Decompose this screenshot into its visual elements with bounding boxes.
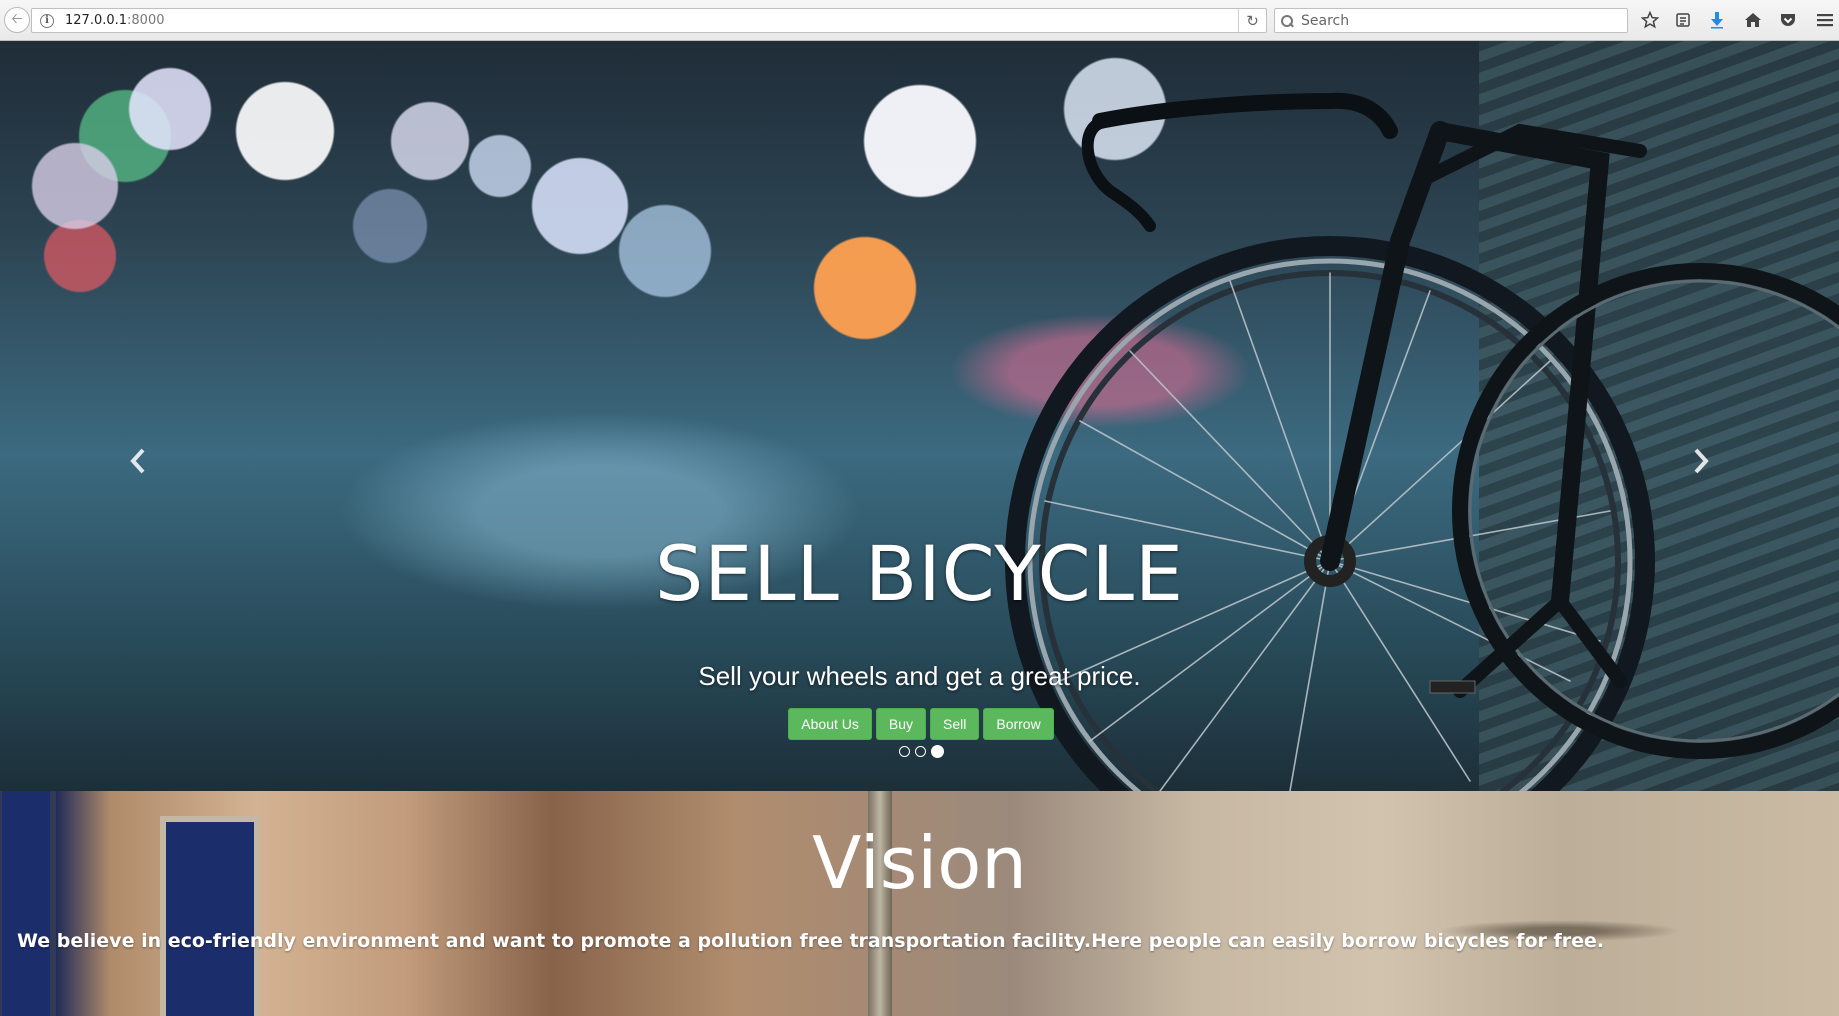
sell-button[interactable]: Sell [930, 708, 980, 740]
carousel-prev-arrow[interactable] [123, 441, 153, 481]
pocket-icon [1781, 14, 1795, 26]
vision-section: Vision We believe in eco-friendly enviro… [0, 791, 1839, 1016]
reload-icon: ↻ [1246, 11, 1259, 30]
url-port: :8000 [127, 13, 165, 28]
address-bar[interactable]: i 127.0.0.1:8000 ↻ [31, 8, 1267, 33]
search-bar[interactable] [1274, 8, 1628, 33]
hero-subtitle: Sell your wheels and get a great price. [698, 661, 1141, 691]
browser-toolbar: 🡠 i 127.0.0.1:8000 ↻ [0, 0, 1839, 41]
info-icon[interactable]: i [40, 13, 54, 28]
home-icon [1745, 13, 1761, 27]
search-input[interactable] [1301, 12, 1601, 29]
url-text[interactable]: 127.0.0.1:8000 [65, 13, 165, 28]
menu-icon [1817, 14, 1833, 27]
bookmark-star-icon [1641, 11, 1659, 29]
carousel-indicators [0, 745, 1839, 758]
carousel-indicator-1[interactable] [899, 746, 910, 757]
vision-title: Vision [812, 821, 1027, 905]
pocket-button[interactable] [1777, 9, 1799, 31]
about-us-button[interactable]: About Us [788, 708, 872, 740]
home-button[interactable] [1742, 9, 1764, 31]
hero-carousel: SELL BICYCLE Sell your wheels and get a … [0, 41, 1839, 791]
carousel-indicator-2[interactable] [915, 746, 926, 757]
hero-title: SELL BICYCLE [654, 529, 1185, 618]
reading-list-icon [1676, 13, 1690, 27]
borrow-button[interactable]: Borrow [983, 708, 1054, 740]
chevron-right-icon [1694, 448, 1709, 474]
url-host: 127.0.0.1 [65, 13, 128, 28]
vision-text: We believe in eco-friendly environment a… [17, 930, 1605, 952]
reload-button[interactable]: ↻ [1238, 9, 1266, 32]
buy-button[interactable]: Buy [875, 708, 926, 740]
carousel-next-arrow[interactable] [1686, 441, 1716, 481]
hero-button-group: About Us Buy Sell Borrow [0, 708, 1839, 740]
download-icon [1711, 12, 1723, 29]
search-icon [1281, 14, 1293, 27]
menu-button[interactable] [1814, 9, 1836, 31]
bookmark-button[interactable] [1639, 9, 1661, 31]
reading-list-button[interactable] [1672, 9, 1694, 31]
back-arrow-icon: 🡠 [11, 11, 23, 27]
carousel-indicator-3-active[interactable] [931, 745, 944, 758]
back-button[interactable]: 🡠 [4, 7, 30, 33]
downloads-button[interactable] [1706, 9, 1728, 31]
chevron-left-icon [130, 448, 145, 474]
